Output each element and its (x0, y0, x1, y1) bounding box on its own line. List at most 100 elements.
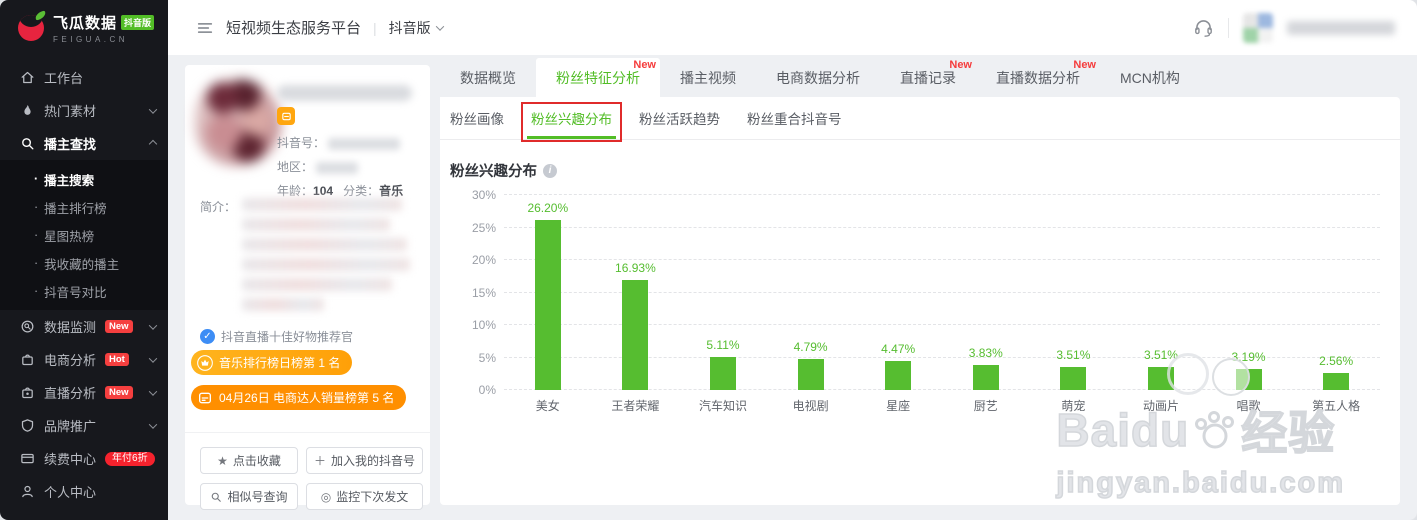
rank-badge-text: 音乐排行榜日榜第 1 名 (219, 354, 340, 371)
douyin-id-row: 抖音号： (277, 131, 403, 155)
tab-label: 粉丝特征分析 (556, 68, 640, 88)
shop-bag-icon (20, 352, 35, 367)
sidebar-badge: New (105, 386, 133, 399)
sidebar-subitem-label: 我收藏的播主 (44, 254, 119, 273)
bar-group: 3.19% (1205, 195, 1293, 390)
sidebar-item-2[interactable]: 播主查找 (0, 127, 168, 160)
topbar-vertical-divider (1228, 18, 1229, 38)
user-icon (20, 484, 35, 499)
sidebar-item-3[interactable]: 数据监测New (0, 310, 168, 343)
info-icon[interactable]: i (543, 164, 557, 178)
rank-badge-1: 音乐排行榜日榜第 1 名 (191, 350, 352, 375)
tab-label: MCN机构 (1120, 68, 1180, 88)
bar[interactable] (885, 361, 911, 390)
tab-4[interactable]: 直播记录New (880, 58, 976, 97)
verified-title-row: ✓ 抖音直播十佳好物推荐官 (200, 328, 353, 345)
brand-logo[interactable]: 飞瓜数据 抖音版 FEIGUA.CN (0, 0, 168, 55)
chevron-down-icon (435, 22, 443, 30)
bar[interactable] (622, 280, 648, 390)
chevron-down-icon (149, 354, 157, 362)
x-axis-category-label: 星座 (854, 397, 942, 414)
monitor-icon (20, 319, 35, 334)
subtab-label: 粉丝活跃趋势 (639, 108, 720, 128)
subtab-1[interactable]: 粉丝兴趣分布 (531, 97, 612, 139)
sidebar-item-label: 个人中心 (44, 482, 96, 501)
subtab-label: 粉丝画像 (450, 108, 504, 128)
tab-1[interactable]: 粉丝特征分析New (536, 58, 660, 97)
sidebar-item-0[interactable]: 工作台 (0, 61, 168, 94)
edition-selector[interactable]: 抖音版 (389, 18, 443, 38)
subtab-3[interactable]: 粉丝重合抖音号 (747, 97, 842, 139)
sidebar-item-label: 播主查找 (44, 134, 96, 153)
sidebar-item-label: 续费中心 (44, 449, 96, 468)
bar[interactable] (1148, 367, 1174, 390)
bar[interactable] (973, 365, 999, 390)
sidebar-subitem-label: 星图热榜 (44, 226, 94, 245)
bar-group: 3.51% (1117, 195, 1205, 390)
subtab-0[interactable]: 粉丝画像 (450, 97, 504, 139)
profile-action-label: 监控下次发文 (336, 488, 408, 505)
crown-icon (197, 355, 213, 371)
tab-new-badge: New (949, 59, 972, 71)
tab-6[interactable]: MCN机构 (1100, 58, 1200, 97)
profile-action-button-0[interactable]: ★点击收藏 (200, 447, 298, 474)
y-axis-tick: 20% (454, 253, 496, 267)
feigua-dashboard-page: 飞瓜数据 抖音版 FEIGUA.CN 工作台热门素材播主查找播主搜索播主排行榜星… (0, 0, 1417, 520)
support-headset-icon[interactable] (1193, 17, 1214, 38)
tab-0[interactable]: 数据概览 (440, 58, 536, 97)
tab-new-badge: New (1073, 59, 1096, 71)
tab-5[interactable]: 直播数据分析New (976, 58, 1100, 97)
bar-value-label: 3.51% (1144, 348, 1178, 362)
bar-group: 5.11% (679, 195, 767, 390)
bar-group: 4.79% (767, 195, 855, 390)
profile-action-label: 点击收藏 (233, 452, 281, 469)
sidebar-item-8[interactable]: 个人中心 (0, 475, 168, 508)
bar[interactable] (535, 220, 561, 390)
sidebar-subitem-2[interactable]: 星图热榜 (0, 221, 168, 249)
profile-action-button-3[interactable]: ◎监控下次发文 (306, 483, 423, 510)
user-avatar-blurred[interactable] (1243, 13, 1273, 43)
bar[interactable] (1323, 373, 1349, 390)
hamburger-menu-icon[interactable] (196, 19, 214, 37)
tab-3[interactable]: 电商数据分析 (756, 58, 880, 97)
brand-name: 飞瓜数据 (53, 12, 117, 33)
x-axis-category-label: 美女 (504, 397, 592, 414)
sidebar-subitem-3[interactable]: 我收藏的播主 (0, 249, 168, 277)
detail-tabs: 数据概览粉丝特征分析New播主视频电商数据分析直播记录New直播数据分析NewM… (440, 58, 1200, 97)
intro-text-blurred (242, 198, 410, 311)
sidebar-item-1[interactable]: 热门素材 (0, 94, 168, 127)
bar[interactable] (1236, 369, 1262, 390)
bar[interactable] (1060, 367, 1086, 390)
x-axis-category-label: 动画片 (1117, 397, 1205, 414)
sidebar-subitem-1[interactable]: 播主排行榜 (0, 193, 168, 221)
feigua-melon-icon (18, 15, 44, 41)
live-bag-icon (20, 385, 35, 400)
tab-2[interactable]: 播主视频 (660, 58, 756, 97)
sidebar-item-4[interactable]: 电商分析 Hot (0, 343, 168, 376)
sidebar-item-5[interactable]: 直播分析 New (0, 376, 168, 409)
bar[interactable] (798, 359, 824, 390)
profile-action-button-1[interactable]: ＋加入我的抖音号 (306, 447, 423, 474)
sidebar-submenu: 播主搜索播主排行榜星图热榜我收藏的播主抖音号对比 (0, 160, 168, 310)
plus-icon: ＋ (314, 452, 326, 469)
sidebar: 飞瓜数据 抖音版 FEIGUA.CN 工作台热门素材播主查找播主搜索播主排行榜星… (0, 0, 168, 520)
sidebar-item-7[interactable]: 续费中心年付6折 (0, 442, 168, 475)
sidebar-item-label: 直播分析 (44, 383, 96, 402)
sidebar-subitem-4[interactable]: 抖音号对比 (0, 277, 168, 305)
chevron-down-icon (149, 105, 157, 113)
subtab-2[interactable]: 粉丝活跃趋势 (639, 97, 720, 139)
user-name-blurred[interactable] (1287, 21, 1395, 35)
profile-divider (185, 432, 430, 433)
sidebar-item-6[interactable]: 品牌推广 (0, 409, 168, 442)
chevron-up-icon (149, 139, 157, 147)
tab-label: 直播记录 (900, 68, 956, 88)
sidebar-item-label: 电商分析 (44, 350, 96, 369)
sidebar-subitem-0[interactable]: 播主搜索 (0, 165, 168, 193)
sidebar-subitem-label: 抖音号对比 (44, 282, 107, 301)
shield-icon (20, 418, 35, 433)
sidebar-subitem-label: 播主排行榜 (44, 198, 107, 217)
bar[interactable] (710, 357, 736, 390)
sidebar-badge: Hot (105, 353, 129, 366)
profile-action-button-2[interactable]: 相似号查询 (200, 483, 298, 510)
x-axis-category-label: 汽车知识 (679, 397, 767, 414)
